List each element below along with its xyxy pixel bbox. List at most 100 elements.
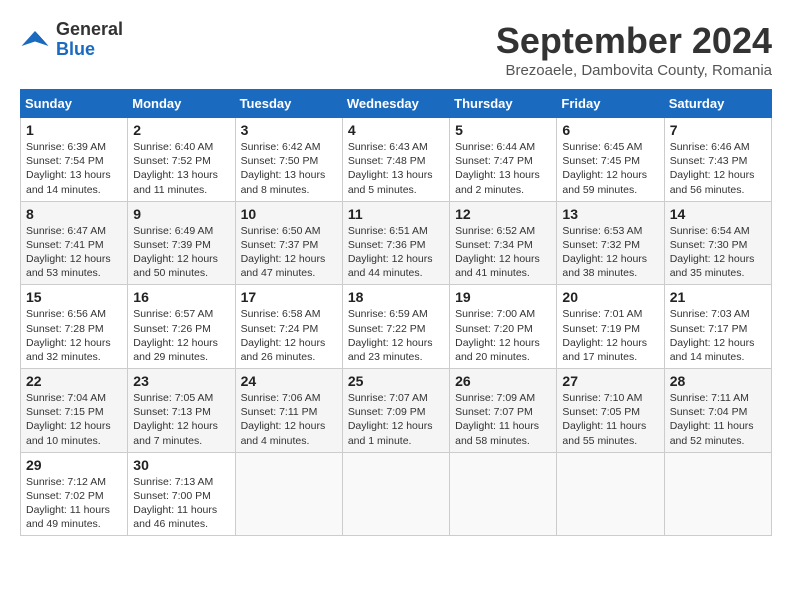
- day-number: 25: [348, 373, 444, 389]
- calendar-week-row: 22Sunrise: 7:04 AMSunset: 7:15 PMDayligh…: [21, 369, 772, 453]
- calendar-day-cell: 23 Sunrise: 7:05 AMSunset: 7:13 PMDayligh…: [128, 369, 235, 453]
- day-info: Sunrise: 6:46 AMSunset: 7:43 PMDaylight:…: [670, 140, 766, 197]
- column-header-friday: Friday: [557, 90, 664, 118]
- calendar-header-row: SundayMondayTuesdayWednesdayThursdayFrid…: [21, 90, 772, 118]
- day-number: 29: [26, 457, 122, 473]
- calendar-day-cell: 8 Sunrise: 6:47 AMSunset: 7:41 PMDaylight…: [21, 201, 128, 285]
- day-number: 23: [133, 373, 229, 389]
- day-number: 5: [455, 122, 551, 138]
- calendar-day-cell: 17 Sunrise: 6:58 AMSunset: 7:24 PMDayligh…: [235, 285, 342, 369]
- day-info: Sunrise: 6:54 AMSunset: 7:30 PMDaylight:…: [670, 224, 766, 281]
- calendar-day-cell: [342, 452, 449, 536]
- day-info: Sunrise: 6:40 AMSunset: 7:52 PMDaylight:…: [133, 140, 229, 197]
- column-header-monday: Monday: [128, 90, 235, 118]
- day-number: 14: [670, 206, 766, 222]
- calendar-day-cell: 22Sunrise: 7:04 AMSunset: 7:15 PMDayligh…: [21, 369, 128, 453]
- calendar-day-cell: 6 Sunrise: 6:45 AMSunset: 7:45 PMDaylight…: [557, 118, 664, 202]
- day-number: 7: [670, 122, 766, 138]
- day-number: 9: [133, 206, 229, 222]
- calendar-day-cell: 1 Sunrise: 6:39 AMSunset: 7:54 PMDaylight…: [21, 118, 128, 202]
- day-info: Sunrise: 7:01 AMSunset: 7:19 PMDaylight:…: [562, 307, 658, 364]
- day-number: 28: [670, 373, 766, 389]
- calendar-day-cell: [235, 452, 342, 536]
- calendar-day-cell: 14 Sunrise: 6:54 AMSunset: 7:30 PMDayligh…: [664, 201, 771, 285]
- day-number: 1: [26, 122, 122, 138]
- day-info: Sunrise: 6:44 AMSunset: 7:47 PMDaylight:…: [455, 140, 551, 197]
- page-header: General Blue September 2024 Brezoaele, D…: [20, 20, 772, 79]
- day-info: Sunrise: 7:03 AMSunset: 7:17 PMDaylight:…: [670, 307, 766, 364]
- calendar-day-cell: 19 Sunrise: 7:00 AMSunset: 7:20 PMDayligh…: [450, 285, 557, 369]
- calendar-week-row: 8 Sunrise: 6:47 AMSunset: 7:41 PMDaylight…: [21, 201, 772, 285]
- column-header-sunday: Sunday: [21, 90, 128, 118]
- day-info: Sunrise: 7:12 AMSunset: 7:02 PMDaylight:…: [26, 475, 122, 532]
- day-info: Sunrise: 7:05 AMSunset: 7:13 PMDaylight:…: [133, 391, 229, 448]
- calendar-day-cell: 4Sunrise: 6:43 AMSunset: 7:48 PMDaylight…: [342, 118, 449, 202]
- calendar-day-cell: 11Sunrise: 6:51 AMSunset: 7:36 PMDayligh…: [342, 201, 449, 285]
- logo-bird-icon: [20, 25, 50, 55]
- calendar-week-row: 29 Sunrise: 7:12 AMSunset: 7:02 PMDayligh…: [21, 452, 772, 536]
- calendar-table: SundayMondayTuesdayWednesdayThursdayFrid…: [20, 89, 772, 536]
- calendar-day-cell: 5 Sunrise: 6:44 AMSunset: 7:47 PMDaylight…: [450, 118, 557, 202]
- day-info: Sunrise: 7:13 AMSunset: 7:00 PMDaylight:…: [133, 475, 229, 532]
- day-number: 19: [455, 289, 551, 305]
- day-number: 18: [348, 289, 444, 305]
- day-info: Sunrise: 7:10 AMSunset: 7:05 PMDaylight:…: [562, 391, 658, 448]
- day-info: Sunrise: 6:39 AMSunset: 7:54 PMDaylight:…: [26, 140, 122, 197]
- day-number: 20: [562, 289, 658, 305]
- logo: General Blue: [20, 20, 123, 60]
- calendar-day-cell: 7 Sunrise: 6:46 AMSunset: 7:43 PMDaylight…: [664, 118, 771, 202]
- day-info: Sunrise: 6:50 AMSunset: 7:37 PMDaylight:…: [241, 224, 337, 281]
- day-number: 24: [241, 373, 337, 389]
- calendar-week-row: 15 Sunrise: 6:56 AMSunset: 7:28 PMDayligh…: [21, 285, 772, 369]
- calendar-day-cell: 16Sunrise: 6:57 AMSunset: 7:26 PMDayligh…: [128, 285, 235, 369]
- day-info: Sunrise: 6:45 AMSunset: 7:45 PMDaylight:…: [562, 140, 658, 197]
- day-number: 30: [133, 457, 229, 473]
- day-info: Sunrise: 6:52 AMSunset: 7:34 PMDaylight:…: [455, 224, 551, 281]
- day-info: Sunrise: 6:42 AMSunset: 7:50 PMDaylight:…: [241, 140, 337, 197]
- day-info: Sunrise: 7:00 AMSunset: 7:20 PMDaylight:…: [455, 307, 551, 364]
- day-info: Sunrise: 6:56 AMSunset: 7:28 PMDaylight:…: [26, 307, 122, 364]
- day-number: 2: [133, 122, 229, 138]
- day-info: Sunrise: 6:43 AMSunset: 7:48 PMDaylight:…: [348, 140, 444, 197]
- day-number: 21: [670, 289, 766, 305]
- calendar-day-cell: 27 Sunrise: 7:10 AMSunset: 7:05 PMDayligh…: [557, 369, 664, 453]
- day-number: 8: [26, 206, 122, 222]
- day-number: 10: [241, 206, 337, 222]
- day-info: Sunrise: 6:58 AMSunset: 7:24 PMDaylight:…: [241, 307, 337, 364]
- day-info: Sunrise: 7:11 AMSunset: 7:04 PMDaylight:…: [670, 391, 766, 448]
- calendar-day-cell: 2 Sunrise: 6:40 AMSunset: 7:52 PMDaylight…: [128, 118, 235, 202]
- day-info: Sunrise: 7:09 AMSunset: 7:07 PMDaylight:…: [455, 391, 551, 448]
- calendar-day-cell: 21 Sunrise: 7:03 AMSunset: 7:17 PMDayligh…: [664, 285, 771, 369]
- calendar-day-cell: 15 Sunrise: 6:56 AMSunset: 7:28 PMDayligh…: [21, 285, 128, 369]
- column-header-saturday: Saturday: [664, 90, 771, 118]
- calendar-week-row: 1 Sunrise: 6:39 AMSunset: 7:54 PMDaylight…: [21, 118, 772, 202]
- calendar-day-cell: 20 Sunrise: 7:01 AMSunset: 7:19 PMDayligh…: [557, 285, 664, 369]
- calendar-day-cell: 9Sunrise: 6:49 AMSunset: 7:39 PMDaylight…: [128, 201, 235, 285]
- day-number: 15: [26, 289, 122, 305]
- calendar-day-cell: 10 Sunrise: 6:50 AMSunset: 7:37 PMDayligh…: [235, 201, 342, 285]
- title-block: September 2024 Brezoaele, Dambovita Coun…: [496, 20, 772, 79]
- day-number: 12: [455, 206, 551, 222]
- calendar-day-cell: 24Sunrise: 7:06 AMSunset: 7:11 PMDayligh…: [235, 369, 342, 453]
- column-header-thursday: Thursday: [450, 90, 557, 118]
- day-number: 17: [241, 289, 337, 305]
- calendar-day-cell: [664, 452, 771, 536]
- day-info: Sunrise: 6:53 AMSunset: 7:32 PMDaylight:…: [562, 224, 658, 281]
- column-header-tuesday: Tuesday: [235, 90, 342, 118]
- day-number: 11: [348, 206, 444, 222]
- day-info: Sunrise: 6:57 AMSunset: 7:26 PMDaylight:…: [133, 307, 229, 364]
- day-info: Sunrise: 6:47 AMSunset: 7:41 PMDaylight:…: [26, 224, 122, 281]
- logo-text: General Blue: [56, 20, 123, 60]
- day-number: 3: [241, 122, 337, 138]
- month-title: September 2024: [496, 20, 772, 62]
- column-header-wednesday: Wednesday: [342, 90, 449, 118]
- calendar-day-cell: 3 Sunrise: 6:42 AMSunset: 7:50 PMDaylight…: [235, 118, 342, 202]
- day-number: 27: [562, 373, 658, 389]
- day-number: 26: [455, 373, 551, 389]
- calendar-day-cell: 12 Sunrise: 6:52 AMSunset: 7:34 PMDayligh…: [450, 201, 557, 285]
- calendar-day-cell: 30 Sunrise: 7:13 AMSunset: 7:00 PMDayligh…: [128, 452, 235, 536]
- calendar-day-cell: 26 Sunrise: 7:09 AMSunset: 7:07 PMDayligh…: [450, 369, 557, 453]
- day-number: 13: [562, 206, 658, 222]
- day-number: 6: [562, 122, 658, 138]
- location: Brezoaele, Dambovita County, Romania: [496, 62, 772, 79]
